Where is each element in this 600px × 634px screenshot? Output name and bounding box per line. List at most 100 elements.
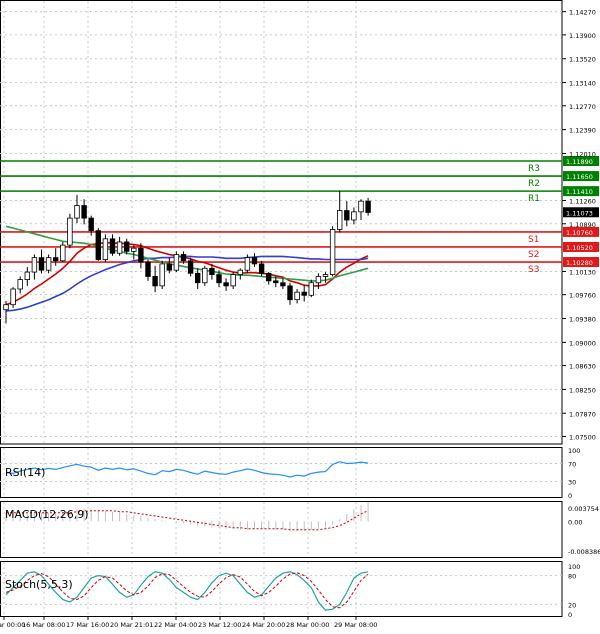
candle-body-up [244, 257, 251, 271]
price-tick-label: 1.08630 [569, 363, 596, 371]
price-tick-label: 1.11260 [569, 198, 596, 206]
candle-body-up [24, 271, 30, 281]
candle-body-up [230, 274, 236, 287]
level-price-label: 1.10760 [566, 229, 593, 237]
candle-body-up [67, 217, 73, 246]
rsi-tick-label: 0 [568, 492, 572, 500]
candle-body-down [145, 261, 151, 277]
candle-body-up [322, 274, 329, 277]
time-tick-label: 17 Mar 16:00 [66, 621, 109, 629]
macd-tick-label: -0.008386 [568, 548, 600, 556]
price-axis: 1.14270 1.13900 1.13520 1.13140 1.12770 1.123… [562, 9, 596, 441]
candle-body-down [287, 285, 293, 301]
candle-body-up [102, 238, 109, 260]
candle-body-up [3, 304, 9, 311]
candle-body-down [194, 272, 201, 284]
candle-body-down [273, 280, 279, 284]
level-name-r1: R1 [528, 194, 540, 204]
candle-body-up [237, 269, 243, 275]
price-tick-label: 1.12770 [569, 103, 596, 111]
candle-body-up [315, 276, 322, 284]
stoch-panel [0, 561, 563, 617]
time-tick-label: 28 Mar 00:00 [286, 621, 329, 629]
level-name-r3: R3 [528, 164, 540, 174]
candle-body-down [258, 263, 265, 274]
candle-body-up [336, 210, 343, 230]
candle-body-down [53, 257, 59, 262]
candle-body-up [10, 288, 16, 306]
candle-body-up [17, 279, 23, 290]
price-tick-label: 1.13900 [569, 32, 596, 40]
level-price-label: 1.11650 [566, 173, 593, 181]
macd-label: MACD(12,26,9) [5, 508, 89, 521]
rsi-tick-label: 70 [568, 461, 576, 469]
candle-body-down [180, 254, 187, 262]
candle-body-down [209, 267, 215, 275]
candle-body-down [38, 257, 45, 271]
candle-body-up [116, 241, 123, 254]
candle-body-down [166, 263, 172, 271]
candle-body-down [223, 282, 229, 287]
candle-body-up [202, 267, 208, 284]
candle-body-up [358, 200, 364, 213]
candle-body-down [301, 291, 307, 296]
candle-body-up [60, 244, 66, 262]
candle-body-down [138, 247, 144, 263]
level-name-r2: R2 [528, 179, 540, 189]
level-price-label: 1.10280 [566, 259, 593, 267]
candle-body-down [216, 274, 222, 284]
candle-body-up [351, 211, 357, 221]
level-price-label: 1.11410 [566, 188, 593, 196]
level-price-label: 1.11890 [566, 158, 593, 166]
price-tick-label: 1.12010 [569, 150, 596, 158]
candle-body-down [265, 272, 272, 282]
main-price-panel [0, 0, 563, 445]
candle-body-down [280, 282, 286, 287]
price-tick-label: 1.10130 [569, 268, 596, 276]
price-tick-label: 1.14270 [569, 9, 596, 17]
candle-body-down [251, 257, 258, 265]
candle-body-down [344, 210, 350, 221]
price-tick-label: 1.08250 [569, 386, 596, 394]
price-tick-label: 1.07500 [569, 433, 596, 441]
level-name-s2: S2 [528, 250, 539, 260]
time-tick-label: 24 Mar 20:00 [242, 621, 285, 629]
candle-body-down [365, 200, 371, 213]
candle-body-down [81, 205, 87, 219]
price-tick-label: 1.13520 [569, 56, 596, 64]
time-tick-label: 29 Mar 08:00 [334, 621, 377, 629]
candle-body-up [45, 257, 52, 271]
forex-chart: R3 1.11890 R2 1.11650 R1 1.11410 S1 1.10760 S2 1.… [0, 0, 600, 629]
rsi-label: RSI(14) [5, 466, 45, 479]
candle-body-up [74, 205, 80, 219]
current-price-label: 1.11073 [566, 209, 593, 217]
candle-body-down [88, 217, 94, 232]
level-name-s3: S3 [528, 265, 539, 275]
stoch-tick-label: 100 [568, 563, 580, 571]
candle-body-up [308, 282, 314, 296]
candle-body-down [109, 238, 116, 254]
candle-body-down [95, 230, 101, 260]
level-price-label: 1.10520 [566, 244, 593, 252]
price-tick-label: 1.12390 [569, 127, 596, 135]
candle-body-down [124, 241, 130, 252]
price-tick-label: 1.10890 [569, 221, 596, 229]
rsi-tick-label: 100 [568, 447, 580, 455]
candle-body-up [131, 247, 137, 252]
time-tick-label: 23 Mar 12:00 [198, 621, 241, 629]
rsi-panel [0, 447, 563, 498]
price-tick-label: 1.07870 [569, 410, 596, 418]
stoch-tick-label: 0 [568, 611, 572, 619]
stoch-tick-label: 20 [568, 601, 576, 609]
candle-body-up [294, 291, 300, 301]
stoch-tick-label: 80 [568, 573, 576, 581]
candle-body-up [329, 229, 336, 275]
price-tick-label: 1.09000 [569, 339, 596, 347]
candle-body-up [31, 257, 38, 273]
time-tick-label: 22 Mar 04:00 [154, 621, 197, 629]
candle-body-up [173, 254, 180, 271]
macd-tick-label: 0.003754 [568, 505, 599, 513]
price-tick-label: 1.09380 [569, 316, 596, 324]
time-tick-label: 16 Mar 08:00 [22, 621, 65, 629]
macd-tick-label: 0.00 [568, 518, 582, 526]
